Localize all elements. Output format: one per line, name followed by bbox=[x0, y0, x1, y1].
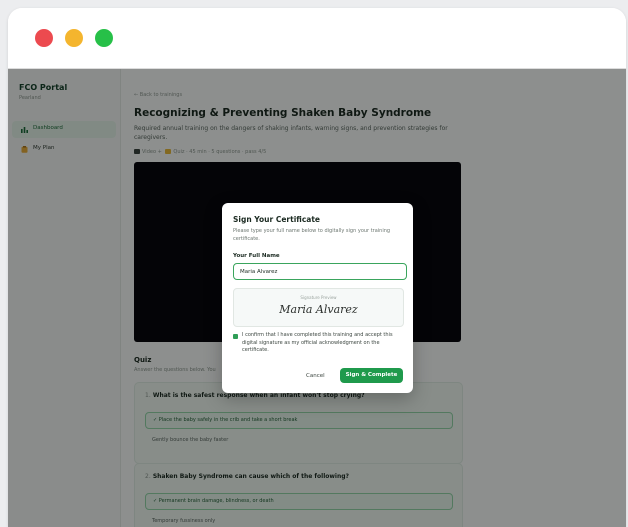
dialog-title: Sign Your Certificate bbox=[233, 215, 321, 224]
maximize-window-button[interactable] bbox=[95, 29, 113, 47]
sign-certificate-dialog: Sign Your Certificate Please type your f… bbox=[222, 203, 413, 393]
signature-preview-name: Maria Alvarez bbox=[279, 303, 358, 316]
check-icon bbox=[233, 345, 238, 349]
full-name-input[interactable] bbox=[233, 263, 407, 280]
confirm-checkbox[interactable] bbox=[233, 334, 238, 349]
sign-complete-button[interactable]: Sign & Complete bbox=[340, 368, 403, 383]
minimize-window-button[interactable] bbox=[65, 29, 83, 47]
dialog-subtitle: Please type your full name below to digi… bbox=[233, 228, 391, 242]
cancel-button[interactable]: Cancel bbox=[306, 373, 325, 379]
signature-preview: Signature Preview Maria Alvarez bbox=[233, 288, 404, 327]
sign-complete-label: Sign & Complete bbox=[345, 372, 398, 378]
signature-preview-caption: Signature Preview bbox=[300, 295, 337, 300]
confirm-text: I confirm that I have completed this tra… bbox=[242, 332, 393, 353]
close-window-button[interactable] bbox=[35, 29, 53, 47]
full-name-label: Your Full Name bbox=[233, 253, 280, 259]
window-titlebar bbox=[8, 8, 626, 69]
